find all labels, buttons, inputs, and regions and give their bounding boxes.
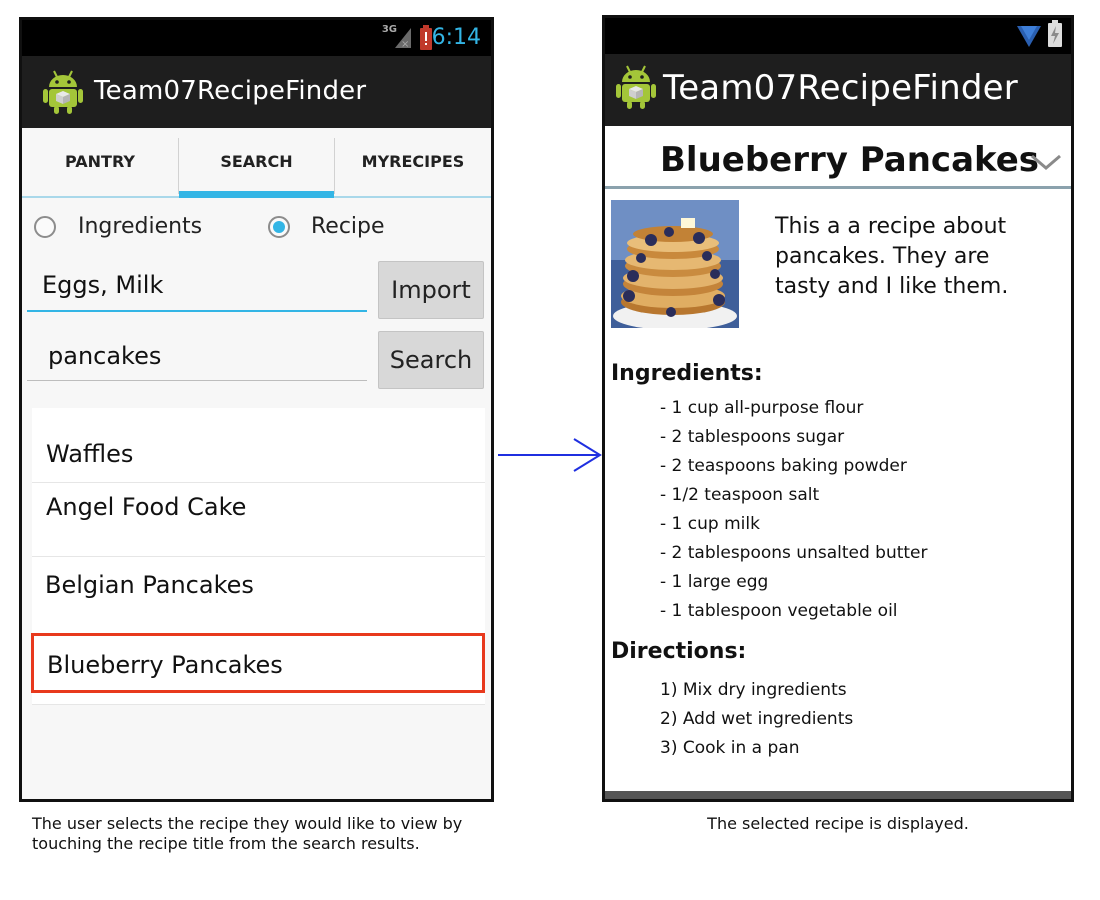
clock: 6:14 (431, 25, 481, 50)
recipe-search-input[interactable]: pancakes (48, 342, 161, 370)
recipe-detail-phone: Team07RecipeFinder Blueberry Pancakes Th… (602, 15, 1074, 802)
direction-step: 2) Add wet ingredients (660, 709, 854, 729)
ingredient-item: - 1 large egg (660, 572, 769, 592)
ingredient-item: - 2 tablespoons unsalted butter (660, 543, 928, 563)
selected-tab-indicator (179, 191, 334, 198)
recipe-radio[interactable] (268, 216, 290, 238)
ingredients-list: - 1 cup all-purpose flour - 2 tablespoon… (660, 394, 928, 626)
selection-highlight (31, 633, 485, 693)
result-row-belgian-pancakes[interactable]: Belgian Pancakes (32, 557, 485, 634)
tab-myrecipes[interactable]: MYRECIPES (335, 128, 491, 196)
direction-step: 3) Cook in a pan (660, 738, 800, 758)
wifi-icon (1017, 26, 1041, 47)
android-robot-icon (616, 65, 656, 109)
action-bar: Team07RecipeFinder (605, 54, 1071, 126)
directions-heading: Directions: (611, 639, 747, 664)
bottom-edge (605, 791, 1071, 799)
recipe-title: Blueberry Pancakes (660, 140, 1040, 180)
ingredient-item: - 1/2 teaspoon salt (660, 485, 820, 505)
pancake-image (611, 200, 739, 328)
ingredients-radio[interactable] (34, 216, 56, 238)
recipe-radio-label[interactable]: Recipe (311, 214, 385, 239)
ingredients-heading: Ingredients: (611, 361, 763, 386)
recipe-description: This a a recipe about pancakes. They are… (775, 214, 1009, 299)
svg-text:×: × (401, 39, 409, 50)
status-bar: 3G × 6:14 (22, 20, 491, 56)
battery-charging-icon (1048, 20, 1062, 47)
status-bar (605, 18, 1071, 54)
tab-pantry[interactable]: PANTRY (22, 128, 178, 196)
left-caption: The user selects the recipe they would l… (32, 814, 463, 853)
ingredients-input[interactable]: Eggs, Milk (42, 271, 163, 299)
search-button[interactable]: Search (378, 331, 484, 389)
recipe-content: Blueberry Pancakes This a a recipe about… (605, 126, 1071, 799)
ingredient-item: - 1 cup milk (660, 514, 760, 534)
ingredient-item: - 1 tablespoon vegetable oil (660, 601, 898, 621)
search-content: PANTRY SEARCH MYRECIPES Ingredients Reci… (22, 128, 491, 799)
result-row-angel-food-cake[interactable]: Angel Food Cake (32, 483, 485, 557)
recipe-search-input-underline (27, 380, 367, 381)
ingredient-item: - 1 cup all-purpose flour (660, 398, 864, 418)
result-label: Angel Food Cake (46, 493, 247, 521)
app-title: Team07RecipeFinder (94, 76, 367, 106)
tab-search[interactable]: SEARCH (179, 128, 334, 196)
app-title: Team07RecipeFinder (663, 68, 1018, 108)
ingredients-radio-label[interactable]: Ingredients (78, 214, 202, 239)
right-caption: The selected recipe is displayed. (707, 814, 969, 833)
title-divider (605, 186, 1071, 189)
tab-bar: PANTRY SEARCH MYRECIPES (22, 128, 491, 198)
signal-icon: × (395, 28, 411, 50)
ingredient-item: - 2 tablespoons sugar (660, 427, 845, 447)
arrow-right-icon (498, 438, 602, 472)
ingredients-input-underline (27, 310, 367, 312)
ingredient-item: - 2 teaspoons baking powder (660, 456, 907, 476)
result-label: Waffles (46, 440, 134, 468)
chevron-down-icon[interactable] (1029, 152, 1063, 172)
direction-step: 1) Mix dry ingredients (660, 680, 847, 700)
search-screen-phone: 3G × 6:14 Team07RecipeFinder PANTRY SEAR… (19, 17, 494, 802)
import-button[interactable]: Import (378, 261, 484, 319)
action-bar: Team07RecipeFinder (22, 56, 491, 128)
result-label: Belgian Pancakes (45, 571, 254, 599)
result-row-waffles[interactable]: Waffles (32, 408, 485, 483)
android-robot-icon (43, 70, 83, 114)
directions-list: 1) Mix dry ingredients 2) Add wet ingred… (660, 676, 853, 763)
